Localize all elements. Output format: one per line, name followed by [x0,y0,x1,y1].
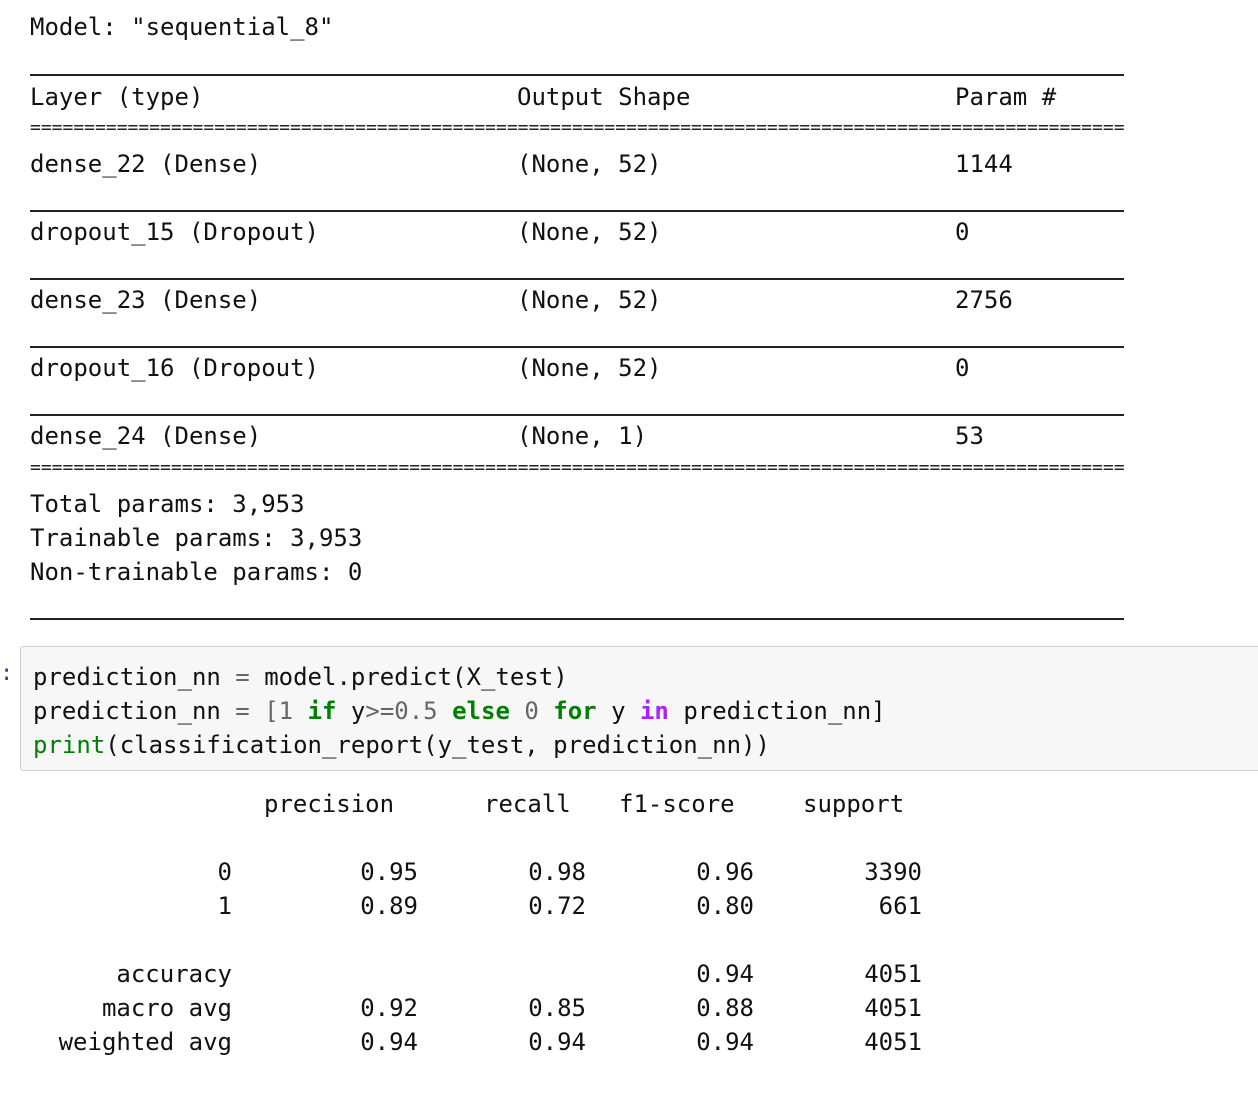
cell-prompt-marker: : [0,661,14,686]
code-token: model.predict(X_test) [264,663,568,691]
summary-row-params: 53 [955,422,984,450]
summary-row-shape: (None, 52) [517,150,662,178]
code-token: (classification_report(y_test, predictio… [105,731,770,759]
report-cell-precision: 0.89 [360,892,418,920]
summary-row-layer: dense_22 (Dense) [30,150,262,178]
code-token: prediction_nn [33,663,221,691]
report-accuracy-label: accuracy [116,960,232,988]
code-token-number: 1 [278,697,294,725]
report-header-recall: recall [484,790,571,818]
code-token: prediction_nn] [683,697,886,725]
summary-bottom-rule [30,618,1124,620]
code-token-builtin: print [33,731,106,759]
report-accuracy-f1: 0.94 [696,960,754,988]
report-cell-support: 661 [878,892,922,920]
summary-row-layer: dropout_16 (Dropout) [30,354,319,382]
report-cell-recall: 0.72 [528,892,586,920]
code-token-keyword: if [307,697,337,725]
summary-top-rule [30,74,1124,76]
code-token-keyword: else [452,697,510,725]
code-token-number: 0 [524,697,539,725]
non-trainable-params: Non-trainable params: 0 [30,558,363,586]
report-cell-f1: 0.80 [696,892,754,920]
code-token-keyword: in [639,697,669,725]
report-accuracy-support: 4051 [864,960,922,988]
report-row-label: 1 [217,892,232,920]
summary-row-layer: dense_24 (Dense) [30,422,262,450]
code-cell[interactable]: prediction_nn = model.predict(X_test) pr… [20,646,1258,771]
code-token-operator: >= [365,697,395,725]
trainable-params: Trainable params: 3,953 [30,524,363,552]
code-line-1: prediction_nn = model.predict(X_test) [33,660,568,694]
summary-row-params: 0 [955,218,970,246]
code-token-keyword: for [553,697,597,725]
summary-row-params: 1144 [955,150,1013,178]
report-cell-precision: 0.95 [360,858,418,886]
report-header-precision: precision [264,790,395,818]
summary-row-rule [30,210,1124,212]
report-weighted-recall: 0.94 [528,1028,586,1056]
summary-row-rule [30,414,1124,416]
summary-row-layer: dropout_15 (Dropout) [30,218,319,246]
total-params: Total params: 3,953 [30,490,305,518]
report-header-support: support [803,790,905,818]
report-cell-support: 3390 [864,858,922,886]
report-macro-f1: 0.88 [696,994,754,1022]
model-name-line: Model: "sequential_8" [30,13,334,41]
report-macro-label: macro avg [101,994,232,1022]
summary-row-params: 2756 [955,286,1013,314]
summary-row-rule [30,278,1124,280]
summary-row-shape: (None, 52) [517,286,662,314]
summary-header-double-rule [30,122,1124,134]
header-layer-type: Layer (type) [30,83,204,111]
report-weighted-precision: 0.94 [360,1028,418,1056]
header-output-shape: Output Shape [517,83,691,111]
report-header-f1-score: f1-score [619,790,735,818]
summary-row-layer: dense_23 (Dense) [30,286,262,314]
summary-row-shape: (None, 52) [517,218,662,246]
code-token-operator: = [220,697,265,725]
code-token-operator: = [220,663,265,691]
code-token: y [611,697,626,725]
header-param-count: Param # [955,83,1057,111]
code-token: y [350,697,366,725]
report-macro-precision: 0.92 [360,994,418,1022]
summary-footer-double-rule [30,462,1124,474]
code-line-3: print(classification_report(y_test, pred… [33,728,770,762]
summary-row-shape: (None, 1) [517,422,648,450]
code-token: prediction_nn [33,697,221,725]
report-macro-recall: 0.85 [528,994,586,1022]
report-cell-f1: 0.96 [696,858,754,886]
report-weighted-f1: 0.94 [696,1028,754,1056]
code-line-2: prediction_nn = [1 if y>=0.5 else 0 for … [33,694,886,728]
report-cell-recall: 0.98 [528,858,586,886]
report-row-label: 0 [217,858,232,886]
report-weighted-label: weighted avg [58,1028,232,1056]
summary-row-shape: (None, 52) [517,354,662,382]
summary-row-params: 0 [955,354,970,382]
summary-row-rule [30,346,1124,348]
code-token-number: 0.5 [394,697,438,725]
code-token-bracket: [ [264,697,279,725]
report-weighted-support: 4051 [864,1028,922,1056]
report-macro-support: 4051 [864,994,922,1022]
